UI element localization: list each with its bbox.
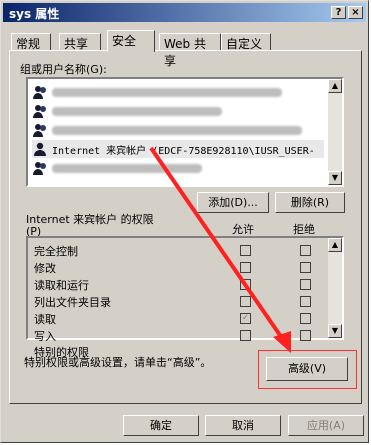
properties-dialog: sys 属性 ? × 常规 共享 安全 Web 共享 自定义 组或用户名称(G)…	[0, 0, 369, 443]
annotation-arrow	[149, 146, 291, 353]
cancel-button[interactable]: 取消	[205, 415, 281, 436]
apply-button[interactable]: 应用(A)	[288, 415, 364, 436]
ok-button[interactable]: 确定	[123, 415, 199, 436]
tab-security[interactable]: 安全	[107, 30, 155, 52]
